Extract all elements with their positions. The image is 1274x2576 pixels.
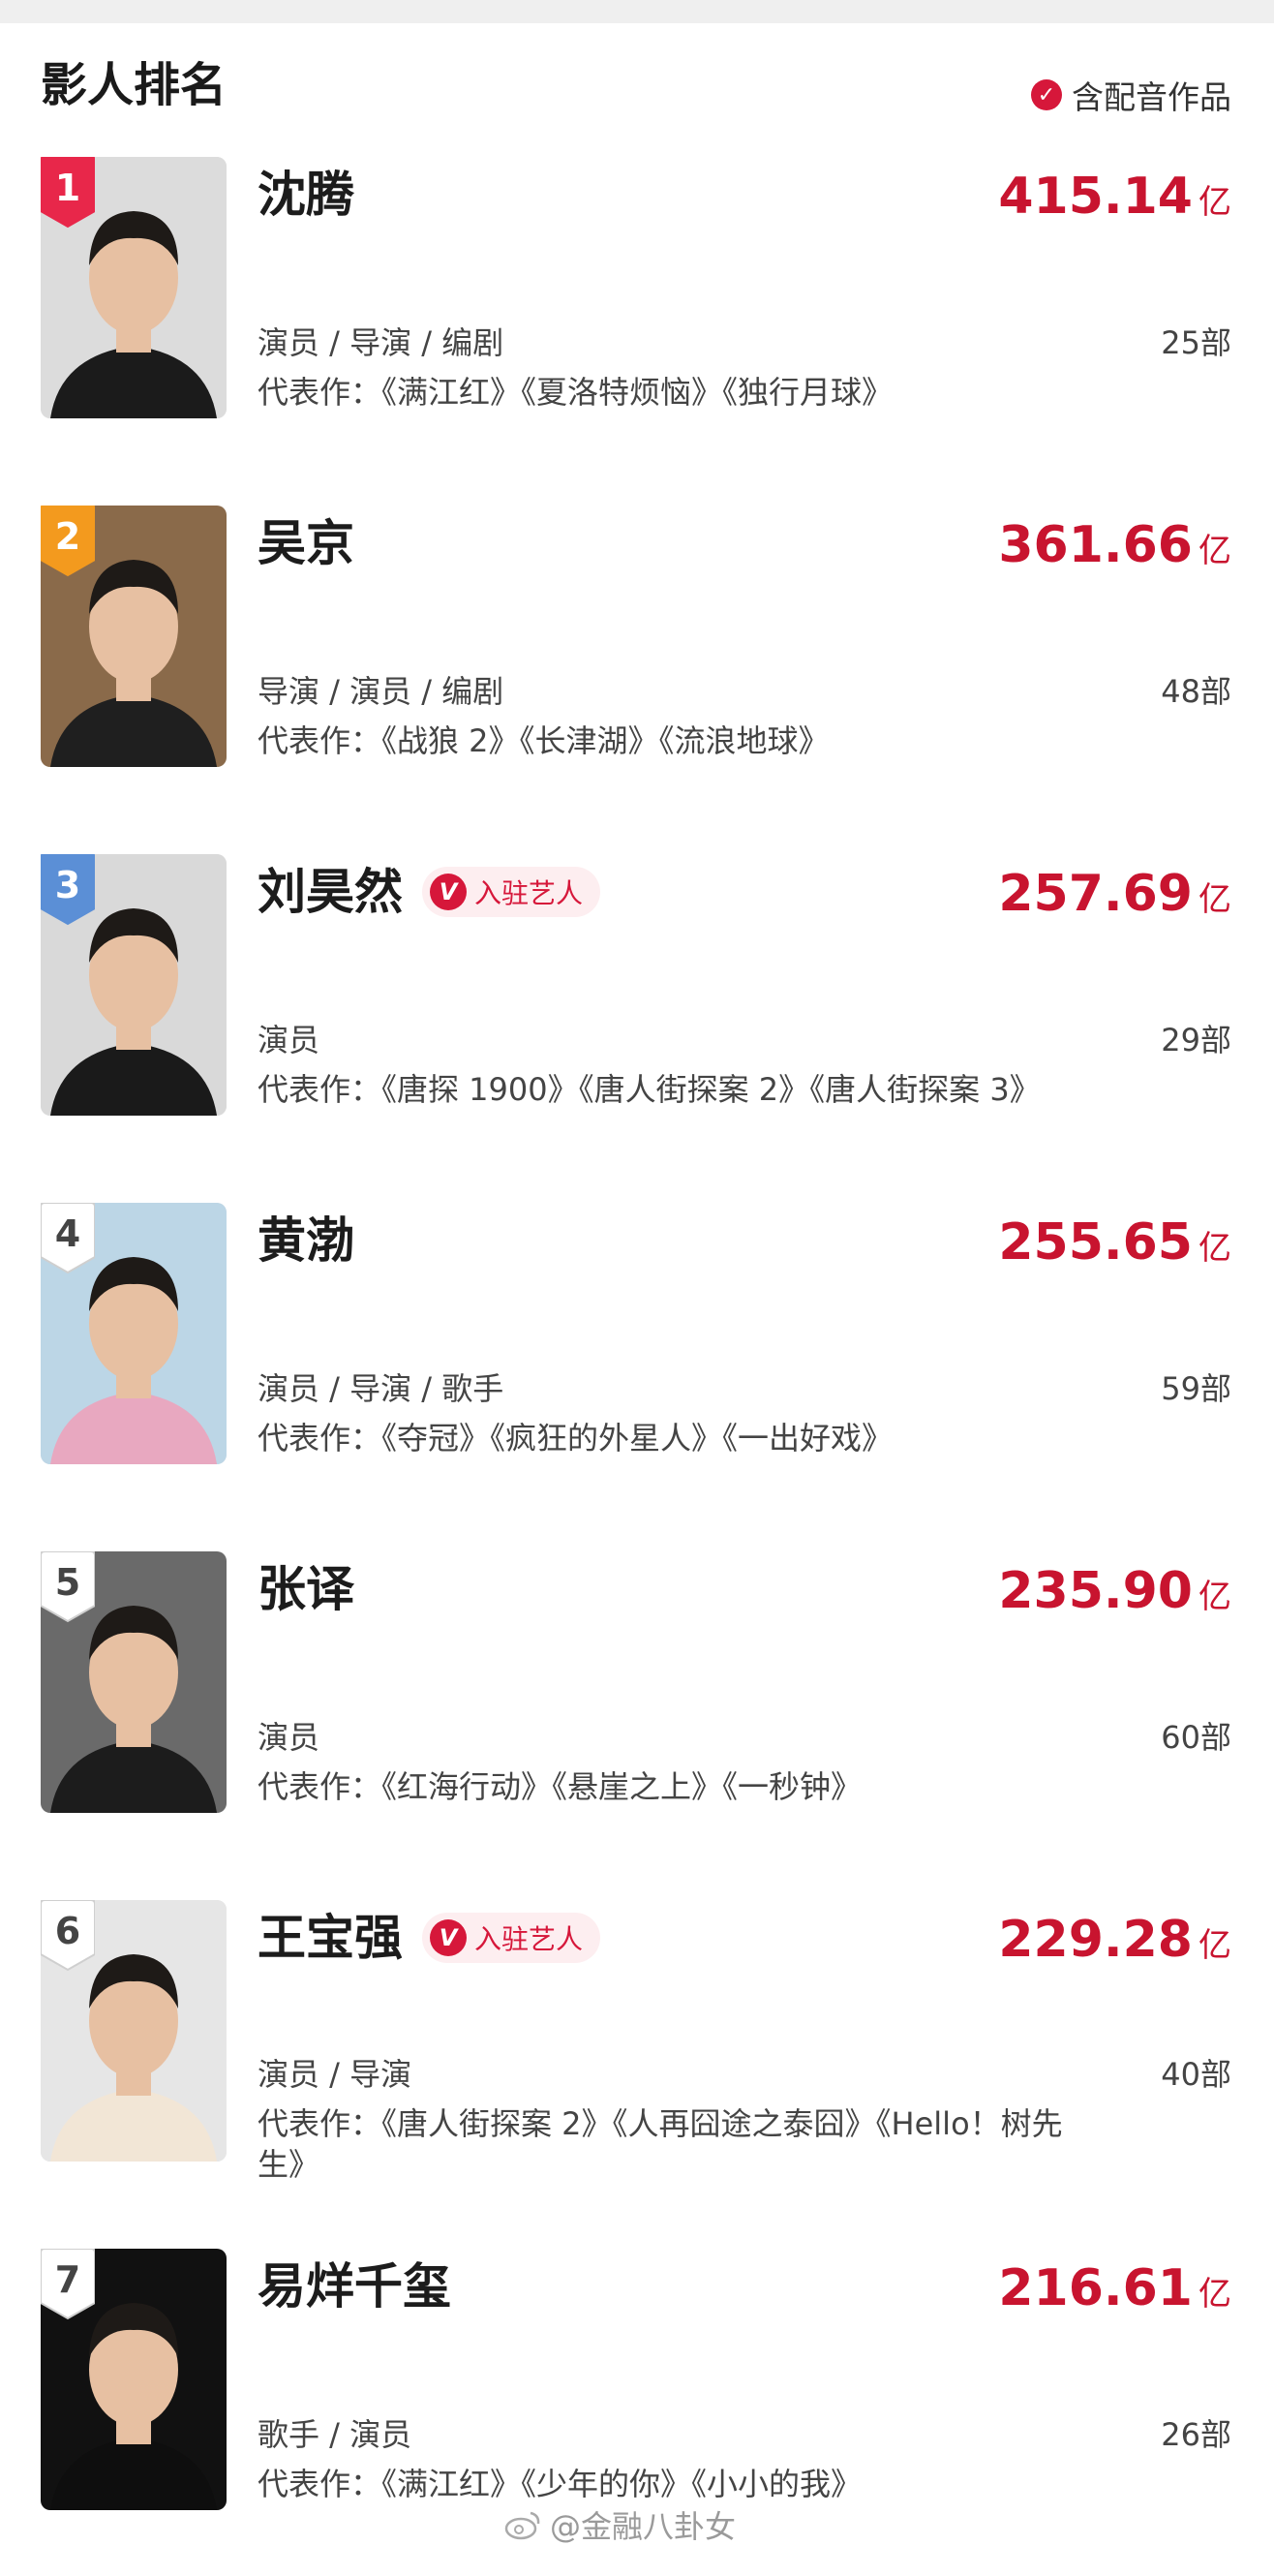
status-strip [0,0,1274,23]
rank-badge: 2 [41,506,95,577]
person-name[interactable]: 张译 [258,1557,354,1621]
person-name[interactable]: 易烊千玺 [258,2254,451,2318]
box-office-value: 361.66 [998,516,1193,574]
box-office-value: 415.14 [998,168,1193,226]
representative-works: 代表作：《战狼 2》《长津湖》《流浪地球》 [258,722,830,759]
person-roles: 演员 / 导演 [258,2056,412,2093]
ranking-list: 1 沈腾 415.14 亿 演员 / 导演 / 编剧 25部 代表作：《满江红》… [0,136,1274,2576]
box-office-total: 415.14 亿 [998,165,1231,229]
verified-v-icon: V [430,1919,467,1956]
box-office-value: 216.61 [998,2259,1193,2317]
badge-label: 入驻艺人 [474,1923,584,1955]
person-roles: 演员 / 导演 / 编剧 [258,324,504,361]
rank-badge: 4 [41,1203,95,1274]
film-count: 59部 [1161,1370,1231,1407]
person-roles: 歌手 / 演员 [258,2416,412,2453]
box-office-unit: 亿 [1198,2275,1231,2314]
box-office-unit: 亿 [1198,1926,1231,1965]
box-office-value: 229.28 [998,1911,1193,1969]
rank-badge: 7 [41,2249,95,2320]
representative-works: 代表作：《红海行动》《悬崖之上》《一秒钟》 [258,1768,863,1805]
verified-artist-badge: V 入驻艺人 [422,1913,601,1963]
box-office-total: 216.61 亿 [998,2256,1231,2320]
person-name[interactable]: 刘昊然 [258,860,403,924]
rank-badge: 6 [41,1900,95,1972]
rank-number: 4 [54,1212,81,1255]
box-office-unit: 亿 [1198,880,1231,919]
page-title: 影人排名 [41,58,228,112]
box-office-unit: 亿 [1198,1578,1231,1616]
watermark: @金融八卦女 [503,2502,736,2547]
badge-label: 入驻艺人 [474,877,584,909]
rank-number: 1 [54,167,81,209]
representative-works: 代表作：《唐人街探案 2》《人再囧途之泰囧》《Hello！树先生》 [258,2105,1063,2183]
box-office-value: 235.90 [998,1562,1193,1620]
rank-badge: 3 [41,854,95,926]
representative-works: 代表作：《夺冠》《疯狂的外星人》《一出好戏》 [258,1420,894,1457]
filter-label: 含配音作品 [1072,78,1231,116]
rank-number: 5 [54,1561,81,1604]
ranking-row[interactable]: 5 张译 235.90 亿 演员 60部 代表作：《红海行动》《悬崖之上》《一秒… [0,1530,1274,1879]
person-roles: 导演 / 演员 / 编剧 [258,673,504,710]
person-roles: 演员 [258,1022,320,1058]
person-roles: 演员 [258,1719,320,1756]
ranking-row[interactable]: 6 王宝强 V 入驻艺人 229.28 亿 演员 / 导演 40部 代表作：《唐人… [0,1879,1274,2227]
ranking-row[interactable]: 4 黄渤 255.65 亿 演员 / 导演 / 歌手 59部 代表作：《夺冠》《… [0,1181,1274,1530]
verified-artist-badge: V 入驻艺人 [422,867,601,917]
watermark-text: @金融八卦女 [550,2508,737,2545]
person-name[interactable]: 黄渤 [258,1209,354,1273]
rank-number: 2 [54,515,81,558]
rank-number: 6 [54,1910,81,1952]
box-office-total: 229.28 亿 [998,1908,1231,1972]
film-count: 48部 [1161,673,1231,710]
person-roles: 演员 / 导演 / 歌手 [258,1370,504,1407]
film-count: 60部 [1161,1719,1231,1756]
box-office-total: 361.66 亿 [998,513,1231,577]
ranking-row[interactable]: 2 吴京 361.66 亿 导演 / 演员 / 编剧 48部 代表作：《战狼 2… [0,484,1274,833]
ranking-row[interactable]: 3 刘昊然 V 入驻艺人 257.69 亿 演员 29部 代表作：《唐探 1900… [0,833,1274,1181]
rank-number: 7 [54,2258,81,2301]
film-count: 26部 [1161,2416,1231,2453]
rank-badge: 5 [41,1551,95,1623]
weibo-icon [504,2511,540,2540]
person-name[interactable]: 沈腾 [258,163,354,227]
ranking-row[interactable]: 1 沈腾 415.14 亿 演员 / 导演 / 编剧 25部 代表作：《满江红》… [0,136,1274,484]
rank-badge: 1 [41,157,95,229]
rank-number: 3 [54,864,81,906]
box-office-total: 255.65 亿 [998,1211,1231,1274]
checkmark-icon: ✓ [1031,79,1062,110]
person-name[interactable]: 吴京 [258,511,354,575]
box-office-value: 257.69 [998,865,1193,923]
box-office-unit: 亿 [1198,1229,1231,1268]
page-header: 影人排名 ✓ 含配音作品 [0,23,1274,139]
box-office-unit: 亿 [1198,532,1231,570]
film-count: 25部 [1161,324,1231,361]
person-name[interactable]: 王宝强 [258,1906,403,1970]
box-office-total: 257.69 亿 [998,862,1231,926]
film-count: 29部 [1161,1022,1231,1058]
box-office-value: 255.65 [998,1213,1193,1272]
film-count: 40部 [1161,2056,1231,2093]
box-office-total: 235.90 亿 [998,1559,1231,1623]
representative-works: 代表作：《满江红》《夏洛特烦恼》《独行月球》 [258,374,894,411]
dubbing-filter-toggle[interactable]: ✓ 含配音作品 [1031,72,1231,118]
representative-works: 代表作：《唐探 1900》《唐人街探案 2》《唐人街探案 3》 [258,1071,1041,1108]
verified-v-icon: V [430,874,467,910]
box-office-unit: 亿 [1198,183,1231,222]
representative-works: 代表作：《满江红》《少年的你》《小小的我》 [258,2466,863,2502]
